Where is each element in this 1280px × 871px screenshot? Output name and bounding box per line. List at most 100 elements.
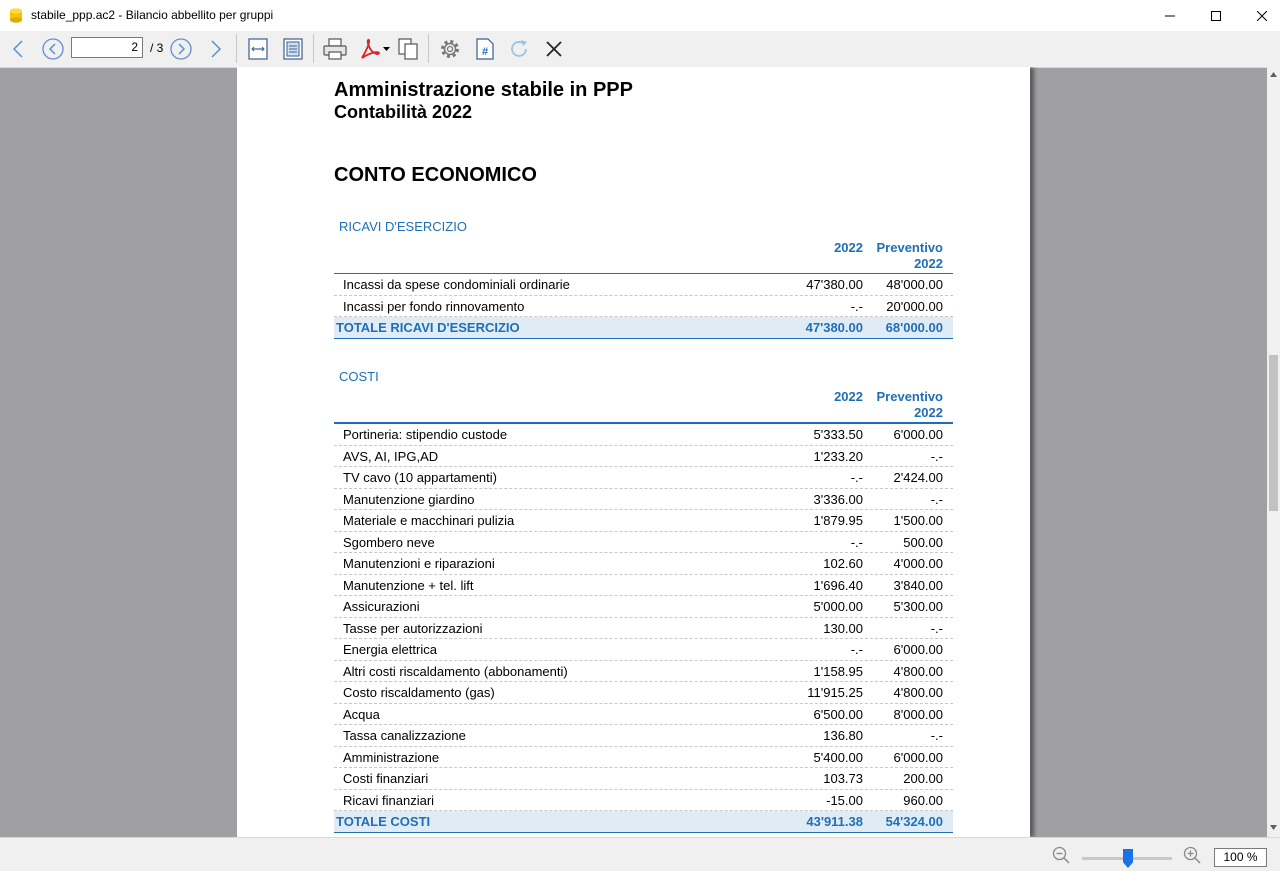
row-value-2022: -.-: [850, 642, 863, 657]
row-label: Manutenzione giardino: [343, 491, 475, 507]
scroll-up-icon[interactable]: [1270, 72, 1277, 77]
fit-width-button[interactable]: [245, 31, 271, 67]
table-row: Portineria: stipendio custode 5'333.50 6'0…: [334, 424, 953, 446]
row-value-preventivo: 4'000.00: [893, 556, 943, 571]
row-label: Portineria: stipendio custode: [343, 427, 508, 442]
total-row: TOTALE COSTI 43'911.38 54'324.00: [334, 811, 953, 833]
row-value-preventivo: 6'000.00: [893, 642, 943, 657]
costi-table: Portineria: stipendio custode 5'333.50 6'0…: [334, 422, 953, 837]
close-icon: [1257, 10, 1267, 21]
row-value-preventivo: 4'800.00: [893, 663, 943, 679]
row-value-2022: 130.00: [823, 620, 863, 636]
ricavi-col1-header: 2022: [834, 240, 863, 255]
row-label: Costi finanziari: [343, 771, 429, 786]
minimize-button[interactable]: [1147, 0, 1193, 31]
row-value-preventivo: -.-: [930, 491, 943, 507]
fit-page-button[interactable]: [280, 31, 306, 67]
close-window-button[interactable]: [1239, 0, 1280, 31]
toolbar-separator: [428, 34, 429, 63]
document-page: Amministrazione stabile in PPP Contabili…: [237, 67, 1030, 837]
row-label: TOTALE COSTI: [336, 814, 431, 829]
document-viewport[interactable]: Amministrazione stabile in PPP Contabili…: [0, 67, 1267, 837]
row-value-preventivo: 2'424.00: [893, 470, 943, 485]
row-label: Altri costi riscaldamento (abbonamenti): [343, 663, 568, 679]
app-icon: [10, 8, 22, 23]
row-value-2022: 47'380.00: [806, 277, 863, 292]
previous-page-button[interactable]: [40, 31, 66, 67]
close-preview-button[interactable]: [541, 31, 567, 67]
copy-icon: [398, 38, 418, 60]
zoom-level-field[interactable]: 100 %: [1214, 848, 1267, 867]
row-value-preventivo: 6'000.00: [893, 749, 943, 765]
export-pdf-button[interactable]: [355, 31, 393, 67]
row-value-2022: 6'500.00: [813, 706, 863, 722]
maximize-button[interactable]: [1193, 0, 1239, 31]
costi-col2-header-line2: 2022: [914, 405, 943, 420]
toolbar-separator: [236, 34, 237, 63]
ricavi-section-label: RICAVI D'ESERCIZIO: [339, 219, 467, 234]
table-row: Manutenzione giardino 3'336.00 -.-: [334, 489, 953, 510]
toolbar: 2 / 3 #: [0, 31, 1280, 68]
row-label: Energia elettrica: [343, 642, 437, 657]
page-number-input[interactable]: 2: [71, 37, 143, 58]
zoom-out-icon[interactable]: [1052, 846, 1070, 864]
table-row: Materiale e macchinari pulizia 1'879.95 1'…: [334, 510, 953, 532]
row-value-2022: 47'380.00: [805, 320, 863, 335]
print-icon: [323, 38, 347, 60]
row-value-preventivo: -.-: [930, 448, 943, 464]
forward-button[interactable]: [204, 31, 228, 67]
row-value-preventivo: 500.00: [903, 534, 943, 550]
row-label: Assicurazioni: [343, 599, 420, 614]
window-title: stabile_ppp.ac2 - Bilancio abbellito per…: [31, 8, 274, 22]
row-label: Materiale e macchinari pulizia: [343, 513, 515, 528]
document-subtitle: Contabilità 2022: [334, 102, 473, 122]
row-label: Ricavi finanziari: [343, 792, 435, 808]
row-value-2022: 103.73: [823, 771, 863, 786]
row-label: Incassi per fondo rinnovamento: [343, 298, 525, 314]
toolbar-separator: [313, 34, 314, 63]
row-value-2022: -.-: [850, 470, 863, 485]
row-value-preventivo: 6'000.00: [893, 427, 943, 442]
gear-icon: [441, 40, 459, 58]
ricavi-col2-header-line1: Preventivo: [876, 240, 943, 255]
vertical-scrollbar[interactable]: [1267, 67, 1280, 837]
row-label: TV cavo (10 appartamenti): [343, 470, 497, 485]
minimize-icon: [1165, 15, 1175, 16]
back-button[interactable]: [6, 31, 30, 67]
row-label: Costo riscaldamento (gas): [343, 685, 495, 700]
settings-button[interactable]: [436, 31, 464, 67]
print-button[interactable]: [321, 31, 349, 67]
row-value-2022: -.-: [850, 298, 863, 314]
scroll-down-icon[interactable]: [1270, 825, 1277, 830]
zoom-in-icon[interactable]: [1183, 846, 1201, 864]
table-row: AVS, AI, IPG,AD 1'233.20 -.-: [334, 446, 953, 467]
row-value-2022: 5'000.00: [813, 599, 863, 614]
table-row: Energia elettrica -.- 6'000.00: [334, 639, 953, 661]
row-value-preventivo: 5'300.00: [893, 599, 943, 614]
fit-width-icon: [248, 38, 268, 60]
row-value-2022: -15.00: [826, 792, 863, 808]
scrollbar-thumb[interactable]: [1269, 355, 1278, 511]
row-value-preventivo: 4'800.00: [893, 685, 943, 700]
row-value-2022: 136.80: [823, 728, 863, 743]
row-value-2022: 3'336.00: [813, 491, 863, 507]
row-value-preventivo: 54'324.00: [885, 814, 943, 829]
row-value-preventivo: 8'000.00: [893, 706, 943, 722]
costi-section-label: COSTI: [339, 369, 379, 384]
table-row: Altri costi riscaldamento (abbonamenti) 1…: [334, 661, 953, 682]
row-value-2022: 43'911.38: [806, 814, 863, 829]
table-row: Acqua 6'500.00 8'000.00: [334, 704, 953, 725]
next-page-button[interactable]: [168, 31, 194, 67]
next-page-icon: [170, 38, 192, 60]
copy-button[interactable]: [395, 31, 421, 67]
page-number-button[interactable]: #: [472, 31, 498, 67]
row-value-2022: 1'233.20: [813, 448, 863, 464]
zoom-slider-thumb[interactable]: [1123, 849, 1133, 868]
table-row: Incassi da spese condominiali ordinarie 4…: [334, 274, 953, 296]
row-label: Incassi da spese condominiali ordinarie: [343, 277, 570, 292]
row-value-preventivo: 20'000.00: [886, 298, 943, 314]
table-row: Manutenzioni e riparazioni 102.60 4'000.00: [334, 553, 953, 575]
chevron-right-icon: [211, 40, 222, 58]
row-value-2022: 1'879.95: [813, 513, 863, 528]
refresh-button[interactable]: [506, 31, 532, 67]
